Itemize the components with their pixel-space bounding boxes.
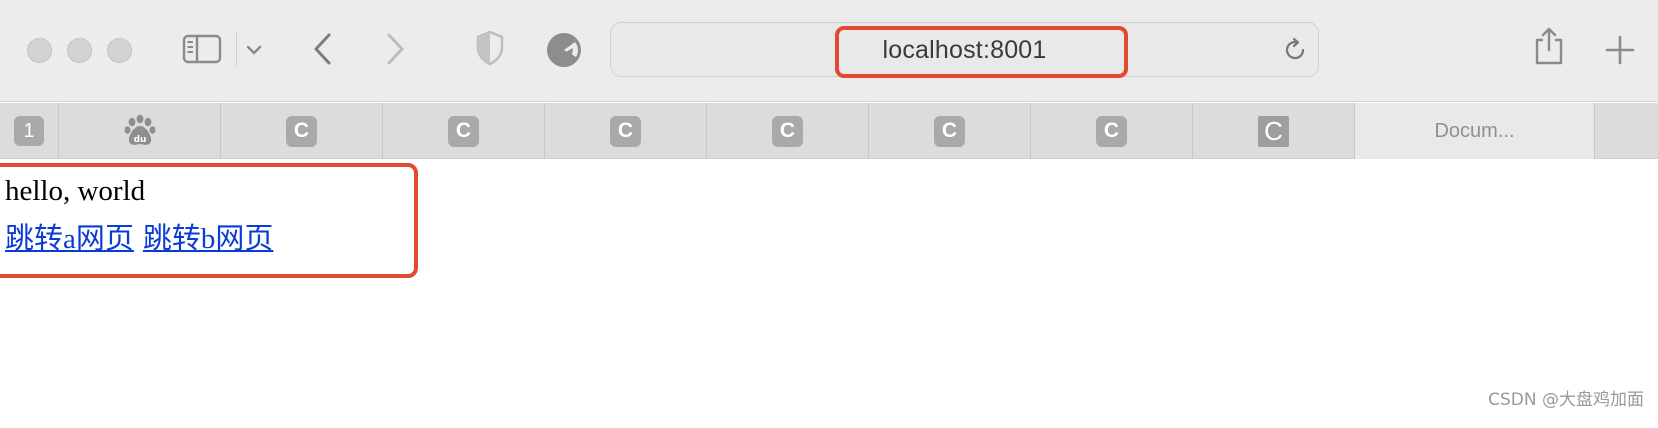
tab-9[interactable]: C <box>1193 103 1355 159</box>
shield-icon[interactable] <box>475 30 505 66</box>
tab-favicon: C <box>448 115 479 147</box>
svg-text:du: du <box>133 135 146 145</box>
page-links: 跳转a网页 跳转b网页 <box>5 215 282 257</box>
address-bar[interactable]: localhost:8001 <box>610 22 1319 77</box>
tab-document-active[interactable]: Docum... <box>1355 103 1595 159</box>
tab-7[interactable]: C <box>869 103 1031 159</box>
tab-favicon: C <box>286 115 317 147</box>
tab-6[interactable]: C <box>707 103 869 159</box>
forward-icon[interactable] <box>380 32 408 66</box>
watermark-text: CSDN @大盘鸡加面 <box>1488 390 1644 410</box>
tab-favicon: C <box>934 115 965 147</box>
chevron-down-icon[interactable] <box>244 40 264 60</box>
tab-strip: 1 du C C C C C C C Docum... <box>0 103 1658 159</box>
page-content: hello, world 跳转a网页 跳转b网页 CSDN @大盘鸡加面 <box>0 160 1658 428</box>
tab-favicon: C <box>610 115 641 147</box>
link-page-b[interactable]: 跳转b网页 <box>143 223 274 255</box>
link-page-a[interactable]: 跳转a网页 <box>5 223 134 255</box>
tab-5[interactable]: C <box>545 103 707 159</box>
toolbar-divider <box>236 31 237 67</box>
tab-1[interactable]: 1 <box>0 103 59 159</box>
browser-toolbar: localhost:8001 <box>0 0 1658 102</box>
baidu-paw-icon: du <box>123 114 157 148</box>
page-heading-text: hello, world <box>5 175 146 207</box>
tab-8[interactable]: C <box>1031 103 1193 159</box>
tab-title: Docum... <box>1434 119 1515 142</box>
sidebar-icon[interactable] <box>182 33 222 65</box>
tab-favicon: C <box>1258 115 1289 147</box>
plus-icon[interactable] <box>1605 35 1635 65</box>
close-window-button[interactable] <box>27 38 52 63</box>
reload-icon[interactable] <box>1282 37 1308 63</box>
tab-favicon: 1 <box>14 116 44 146</box>
zoom-window-button[interactable] <box>107 38 132 63</box>
share-icon[interactable] <box>1533 26 1565 66</box>
tab-3[interactable]: C <box>221 103 383 159</box>
extension-icon[interactable] <box>545 31 583 69</box>
minimize-window-button[interactable] <box>67 38 92 63</box>
tab-favicon: C <box>1096 115 1127 147</box>
url-text[interactable]: localhost:8001 <box>611 23 1318 78</box>
tab-favicon: C <box>772 115 803 147</box>
tab-4[interactable]: C <box>383 103 545 159</box>
back-icon[interactable] <box>310 32 338 66</box>
tab-baidu[interactable]: du <box>59 103 221 159</box>
